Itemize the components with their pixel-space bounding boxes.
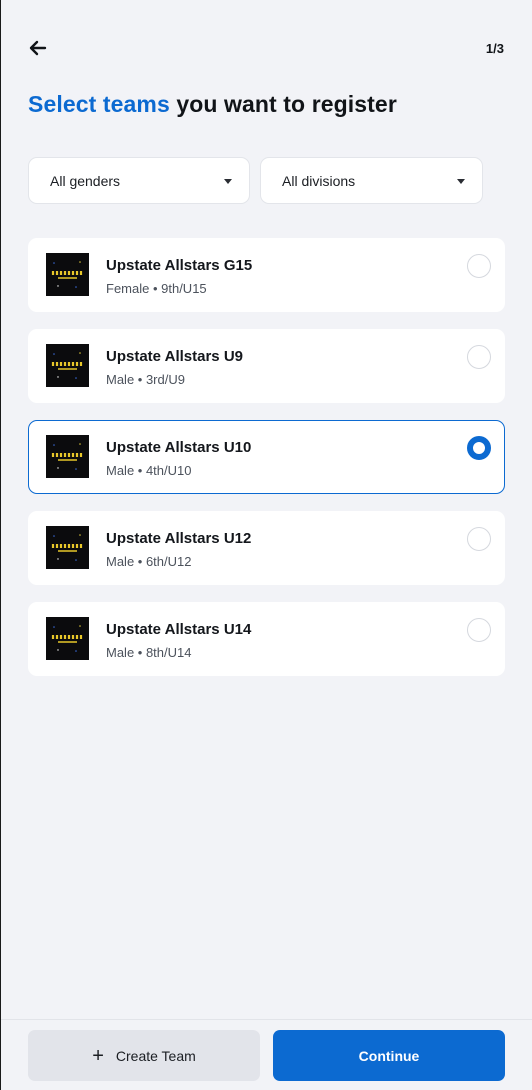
team-logo xyxy=(46,344,89,387)
team-row[interactable]: Upstate Allstars U14 Male • 8th/U14 xyxy=(28,602,505,676)
team-radio[interactable] xyxy=(467,254,491,278)
chevron-down-icon xyxy=(224,179,232,184)
plus-icon: + xyxy=(92,1044,104,1067)
gender-filter-select[interactable]: All genders xyxy=(28,157,250,204)
team-radio[interactable] xyxy=(467,618,491,642)
page-title-rest: you want to register xyxy=(169,91,397,117)
step-indicator: 1/3 xyxy=(485,41,504,56)
team-name: Upstate Allstars U9 xyxy=(106,348,243,365)
team-logo xyxy=(46,435,89,478)
team-row[interactable]: Upstate Allstars U12 Male • 6th/U12 xyxy=(28,511,505,585)
team-details: Female • 9th/U15 xyxy=(106,281,207,296)
continue-label: Continue xyxy=(358,1047,420,1064)
team-radio-selected[interactable] xyxy=(467,436,491,460)
team-logo xyxy=(46,617,89,660)
team-list: Upstate Allstars G15 Female • 9th/U15 Up… xyxy=(28,238,505,693)
filters: All genders All divisions xyxy=(28,157,483,204)
top-bar: 1/3 xyxy=(1,34,532,64)
page-title-accent: Select teams xyxy=(28,91,170,117)
arrow-left-icon xyxy=(29,40,47,56)
team-logo xyxy=(46,253,89,296)
team-radio[interactable] xyxy=(467,527,491,551)
team-name: Upstate Allstars U14 xyxy=(106,621,252,638)
page-title: Select teams you want to register xyxy=(28,91,397,118)
team-row[interactable]: Upstate Allstars U9 Male • 3rd/U9 xyxy=(28,329,505,403)
continue-button[interactable]: Continue xyxy=(273,1030,505,1081)
team-details: Male • 8th/U14 xyxy=(106,645,192,660)
team-details: Male • 6th/U12 xyxy=(106,554,192,569)
team-name: Upstate Allstars U12 xyxy=(106,530,252,547)
team-row[interactable]: Upstate Allstars G15 Female • 9th/U15 xyxy=(28,238,505,312)
team-name: Upstate Allstars G15 xyxy=(106,257,253,274)
gender-filter-value: All genders xyxy=(50,172,121,189)
create-team-button[interactable]: + Create Team xyxy=(28,1030,260,1081)
team-row[interactable]: Upstate Allstars U10 Male • 4th/U10 xyxy=(28,420,505,494)
create-team-label: Create Team xyxy=(115,1047,196,1064)
team-logo xyxy=(46,526,89,569)
division-filter-select[interactable]: All divisions xyxy=(260,157,483,204)
chevron-down-icon xyxy=(457,179,465,184)
footer-bar: + Create Team Continue xyxy=(1,1019,532,1090)
division-filter-value: All divisions xyxy=(282,172,356,189)
back-button[interactable] xyxy=(26,36,50,60)
team-details: Male • 3rd/U9 xyxy=(106,372,185,387)
team-radio[interactable] xyxy=(467,345,491,369)
team-name: Upstate Allstars U10 xyxy=(106,439,252,456)
team-details: Male • 4th/U10 xyxy=(106,463,192,478)
